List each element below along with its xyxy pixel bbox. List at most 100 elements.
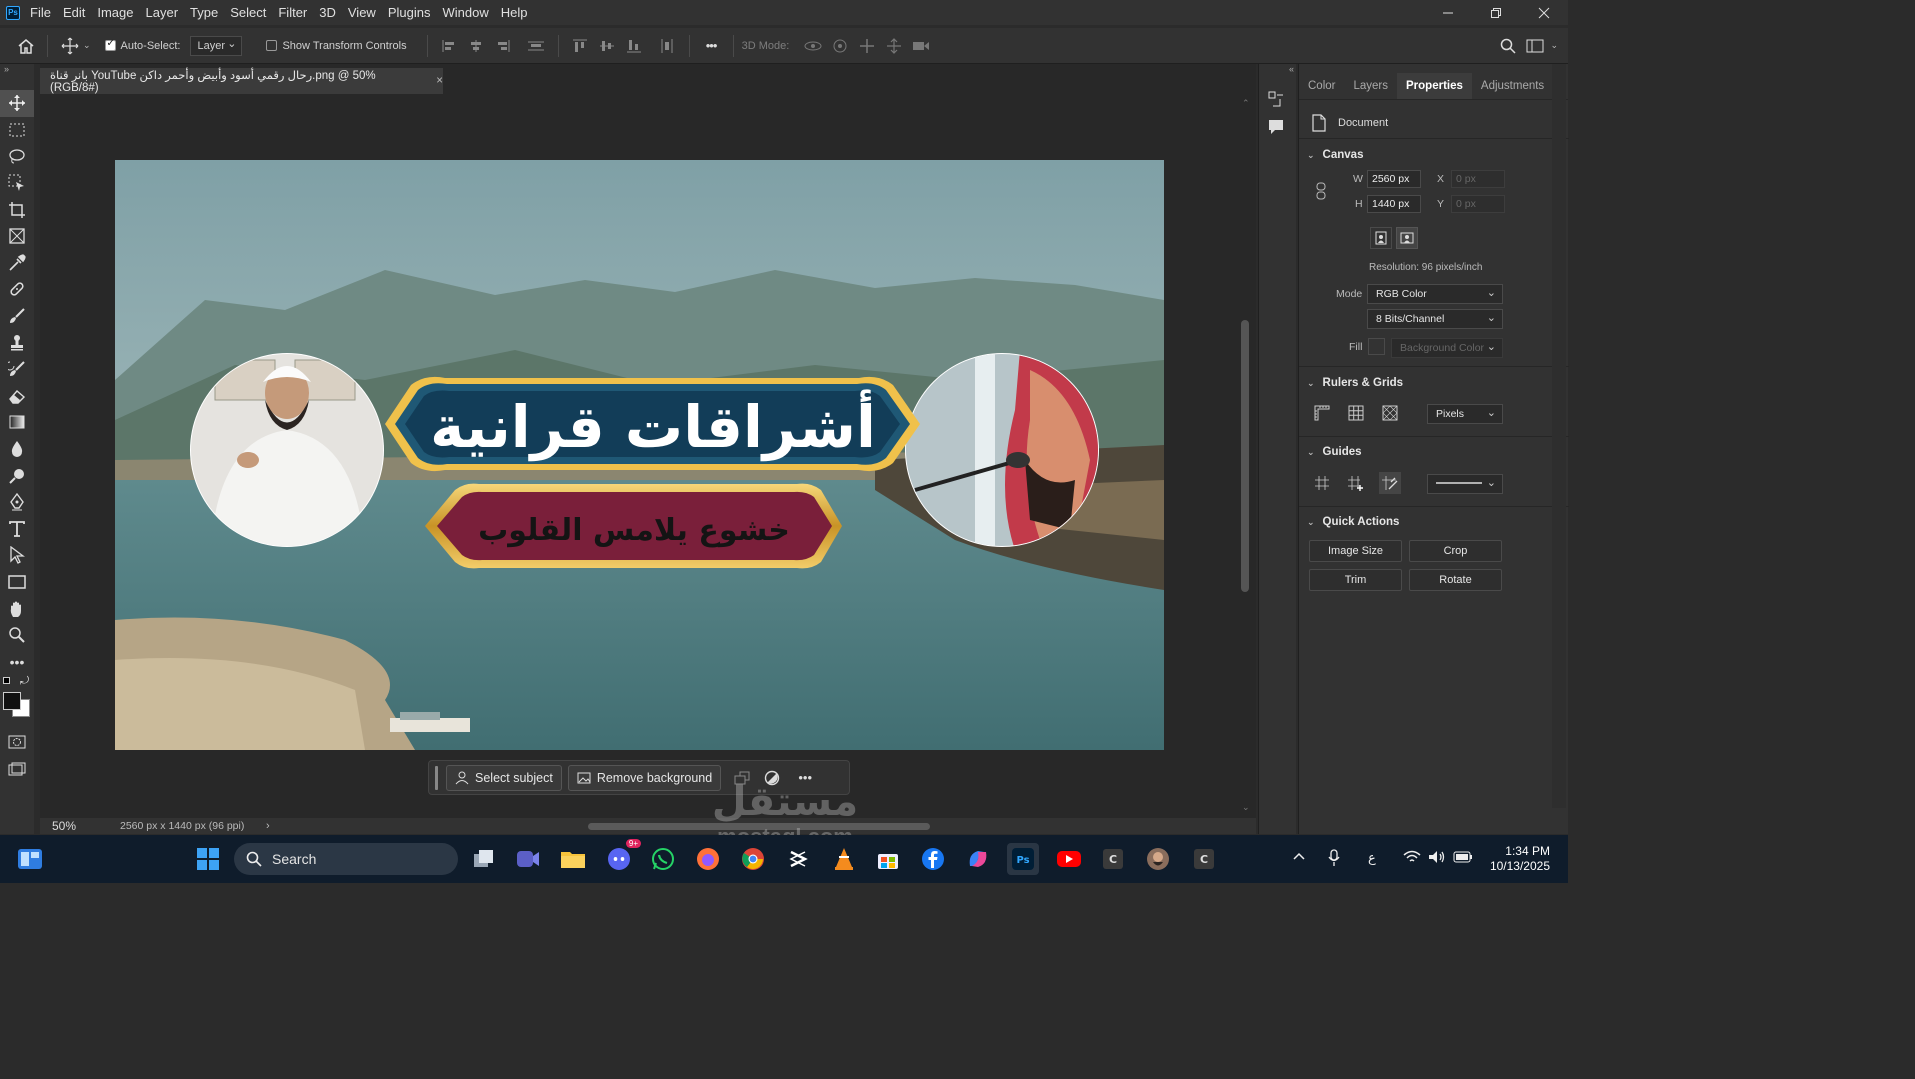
status-menu-arrow[interactable]: › (266, 820, 270, 832)
x-field[interactable]: 0 px (1451, 170, 1505, 188)
capcut-button[interactable] (782, 843, 814, 875)
workspace-button[interactable] (1521, 34, 1548, 58)
input-language-indicator[interactable]: ع (1368, 850, 1376, 866)
app-c2-button[interactable]: C (1188, 843, 1220, 875)
photoshop-taskbar-button[interactable]: Ps (1007, 843, 1039, 875)
lasso-tool[interactable] (0, 143, 34, 170)
foreground-color-swatch[interactable] (3, 692, 21, 711)
pixel-grid-toggle-button[interactable] (1379, 402, 1401, 424)
auto-select-target-dropdown[interactable]: Layer (190, 35, 243, 56)
rectangle-tool[interactable] (0, 569, 34, 596)
volume-button[interactable] (1428, 850, 1446, 864)
align-top-button[interactable] (567, 34, 594, 58)
auto-select-checkbox[interactable]: Auto-Select: (104, 38, 180, 52)
healing-brush-tool[interactable] (0, 276, 34, 303)
move-tool-preset-button[interactable] (56, 34, 83, 58)
collapse-icon[interactable]: » (0, 64, 34, 90)
generative-fill-button[interactable] (727, 771, 757, 785)
align-center-h-button[interactable] (463, 34, 490, 58)
tab-color[interactable]: Color (1299, 73, 1344, 99)
fill-dropdown[interactable]: Background Color (1391, 338, 1503, 358)
distribute-button[interactable] (523, 34, 550, 58)
checkbox-checked-icon[interactable] (104, 38, 116, 51)
whatsapp-button[interactable] (647, 843, 679, 875)
object-selection-tool[interactable] (0, 170, 34, 197)
remove-background-button[interactable]: Remove background (567, 764, 722, 791)
3d-orbit-button[interactable] (799, 34, 826, 58)
canvas[interactable]: أشراقات قرانية خشوع يلامس القلوب (115, 160, 1164, 750)
brush-tool[interactable] (0, 303, 34, 330)
pen-tool[interactable] (0, 489, 34, 516)
collapse-icon[interactable]: « (1259, 64, 1296, 74)
menu-view[interactable]: View (348, 5, 388, 20)
quick-mask-button[interactable] (0, 729, 34, 756)
menu-window[interactable]: Window (442, 5, 500, 20)
select-subject-button[interactable]: Select subject (446, 764, 562, 791)
menu-layer[interactable]: Layer (146, 5, 191, 20)
zoom-tool[interactable] (0, 622, 34, 649)
adjustment-button[interactable] (757, 770, 787, 786)
eyedropper-tool[interactable] (0, 250, 34, 277)
rotate-button[interactable]: Rotate (1409, 569, 1502, 591)
tab-properties[interactable]: Properties (1397, 73, 1472, 99)
menu-help[interactable]: Help (501, 5, 540, 20)
3d-pan-button[interactable] (853, 34, 880, 58)
guide-style-dropdown[interactable] (1427, 474, 1503, 494)
ruler-units-dropdown[interactable]: Pixels (1427, 404, 1503, 424)
network-button[interactable] (1403, 850, 1421, 864)
portrait-orientation-button[interactable] (1370, 227, 1392, 249)
menu-type[interactable]: Type (190, 5, 230, 20)
drag-handle[interactable] (435, 765, 438, 790)
align-bottom-button[interactable] (621, 34, 648, 58)
youtube-button[interactable] (1053, 843, 1085, 875)
guides-section-header[interactable]: ⌄ Guides (1307, 446, 1362, 458)
file-explorer-button[interactable] (557, 843, 589, 875)
chevron-down-icon[interactable]: ⌄ (83, 40, 91, 51)
menu-image[interactable]: Image (97, 5, 145, 20)
eraser-tool[interactable] (0, 383, 34, 410)
show-hidden-icons-button[interactable] (1292, 851, 1306, 861)
widgets-button[interactable] (14, 843, 46, 875)
type-tool[interactable] (0, 516, 34, 543)
frame-tool[interactable] (0, 223, 34, 250)
close-window-button[interactable] (1520, 0, 1568, 25)
add-guide-button[interactable] (1345, 472, 1367, 494)
3d-slide-button[interactable] (880, 34, 907, 58)
zoom-level[interactable]: 50% (40, 819, 90, 833)
move-tool[interactable] (0, 90, 34, 117)
minimize-button[interactable] (1424, 0, 1472, 25)
chevron-down-icon[interactable]: ⌄ (1550, 40, 1558, 51)
clone-stamp-tool[interactable] (0, 329, 34, 356)
restore-button[interactable] (1472, 0, 1520, 25)
canvas-section-header[interactable]: ⌄ Canvas (1307, 149, 1363, 161)
discord-button[interactable]: 9+ (603, 839, 641, 875)
menu-filter[interactable]: Filter (278, 5, 319, 20)
teams-button[interactable] (512, 843, 544, 875)
battery-button[interactable] (1453, 851, 1473, 863)
smart-guides-button[interactable] (1379, 472, 1401, 494)
start-button[interactable] (192, 843, 224, 875)
show-transform-checkbox[interactable]: Show Transform Controls (266, 40, 407, 52)
align-right-button[interactable] (490, 34, 517, 58)
menu-edit[interactable]: Edit (63, 5, 97, 20)
quick-actions-section-header[interactable]: ⌄ Quick Actions (1307, 516, 1399, 528)
align-left-button[interactable] (436, 34, 463, 58)
checkbox-unchecked-icon[interactable] (266, 40, 278, 51)
bit-depth-dropdown[interactable]: 8 Bits/Channel (1367, 309, 1503, 329)
ms-store-button[interactable] (872, 843, 904, 875)
close-tab-button[interactable]: × (436, 75, 443, 87)
firefox-button[interactable] (692, 843, 724, 875)
crop-tool[interactable] (0, 196, 34, 223)
history-panel-button[interactable] (1267, 90, 1285, 108)
grid-toggle-button[interactable] (1345, 402, 1367, 424)
height-field[interactable]: 1440 px (1367, 195, 1421, 213)
panel-scroll-track[interactable] (1552, 64, 1566, 808)
guides-toggle-button[interactable] (1311, 472, 1333, 494)
copilot-button[interactable] (962, 843, 994, 875)
more-options-button[interactable]: ••• (787, 770, 823, 785)
microphone-button[interactable] (1327, 849, 1341, 867)
app-c-button[interactable]: C (1097, 843, 1129, 875)
scroll-down-icon[interactable]: ⌄ (1242, 802, 1250, 813)
task-view-button[interactable] (468, 843, 500, 875)
marquee-tool[interactable] (0, 117, 34, 144)
